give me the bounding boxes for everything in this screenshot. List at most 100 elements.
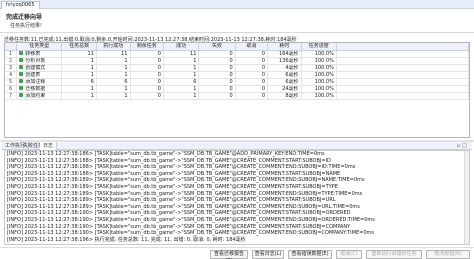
cell-success: 1 xyxy=(163,92,200,100)
cell-success: 6 xyxy=(163,78,200,86)
cell-time: 8毫秒 xyxy=(267,92,302,100)
modify-errors-button[interactable]: 修改报错(R) xyxy=(426,250,470,259)
cell-type-label: 创建表 xyxy=(25,71,41,78)
cell-total: 1 xyxy=(61,57,97,65)
cancel-button[interactable]: 取消(C) xyxy=(336,250,362,259)
cell-remain: 0 xyxy=(130,71,164,79)
cell-filler xyxy=(336,92,469,100)
row-index: 2 xyxy=(5,57,18,65)
cell-fail: 0 xyxy=(198,85,236,93)
cell-filler xyxy=(336,64,469,72)
log-line: [INFO] 2023-11-13 12:27:38:196> 执行完成: 任务… xyxy=(7,236,246,243)
cell-filler xyxy=(336,85,469,93)
cell-fail: 0 xyxy=(198,57,236,65)
log-line: [INFO] 2023-11-13 12:27:38:186> [TASK]ta… xyxy=(7,151,325,157)
cell-done: 6 xyxy=(96,78,131,86)
cell-progress: 100.0% xyxy=(301,57,337,65)
maximize-icon[interactable]: □ xyxy=(462,143,469,149)
cell-fail: 0 xyxy=(198,50,236,58)
cell-success: 11 xyxy=(163,50,200,58)
table-row[interactable]: 2 分析对象 1 1 0 1 0 0 136毫秒 100.0% xyxy=(5,57,469,65)
cell-cancel: 0 xyxy=(235,64,269,72)
row-index: 6 xyxy=(5,85,18,93)
window-tab[interactable]: hriyoq0065 xyxy=(1,1,40,9)
cell-time: 136毫秒 xyxy=(267,57,302,65)
column-header[interactable]: 任务类型 xyxy=(16,43,63,51)
cell-type-label: 迁移数据 xyxy=(25,85,46,92)
cell-type-label: 转移表 xyxy=(25,50,41,57)
column-header[interactable]: 成功 xyxy=(163,43,200,51)
retry-failed-button[interactable]: 重新执行出错的任务 xyxy=(366,250,422,259)
cell-type: 转移表 xyxy=(16,50,63,58)
task-grid[interactable]: 任务类型 任务总数 执行成功 剩余任务 成功 失败 取消 耗时 任务进度 1 转… xyxy=(4,42,470,138)
success-icon xyxy=(19,51,24,55)
cell-cancel: 0 xyxy=(235,71,269,79)
log-line: [INFO] 2023-11-13 12:27:38:189> [TASK]ta… xyxy=(7,203,360,210)
cell-remain: 0 xyxy=(130,92,164,100)
column-header[interactable]: 剩余任务 xyxy=(130,43,164,51)
cell-total: 6 xyxy=(61,78,97,86)
log-toolbar-icons: ▫□ xyxy=(457,143,469,149)
table-row[interactable]: 5 添加注释 6 6 0 6 0 0 6毫秒 100.0% xyxy=(5,78,469,86)
log-line: [INFO] 2023-11-13 12:27:38:188> [TASK]ta… xyxy=(7,164,356,171)
cell-total: 1 xyxy=(61,71,97,79)
cell-filler xyxy=(336,57,469,65)
cell-remain: 0 xyxy=(130,64,164,72)
success-icon xyxy=(19,86,24,90)
log-line: [INFO] 2023-11-13 12:27:38:190> [TASK]ta… xyxy=(7,216,375,223)
success-icon xyxy=(19,65,24,69)
column-header[interactable]: 任务总数 xyxy=(61,43,97,51)
cell-cancel: 0 xyxy=(235,78,269,86)
column-header[interactable]: 失败 xyxy=(198,43,236,51)
tab-log[interactable]: 日志 xyxy=(40,142,58,150)
cell-time: 24毫秒 xyxy=(267,85,302,93)
cell-success: 1 xyxy=(163,64,200,72)
view-report-button[interactable]: 查看迁移报告(R) xyxy=(210,250,248,259)
cell-cancel: 0 xyxy=(235,50,269,58)
cell-fail: 0 xyxy=(198,64,236,72)
column-header[interactable]: 耗时 xyxy=(267,43,302,51)
table-row[interactable]: 1 转移表 11 11 0 11 0 0 184毫秒 100.0% xyxy=(5,50,469,58)
cell-remain: 0 xyxy=(130,78,164,86)
wizard-title: 完成迁移向导 xyxy=(6,14,43,21)
row-index: 5 xyxy=(5,78,18,86)
view-error-data-button[interactable]: 查看错误数据(E) xyxy=(288,250,332,259)
cell-time: 184毫秒 xyxy=(267,50,302,58)
cell-progress: 100.0% xyxy=(301,78,337,86)
cell-remain: 0 xyxy=(130,57,164,65)
cell-cancel: 0 xyxy=(235,57,269,65)
log-scrollbar[interactable] xyxy=(464,151,469,244)
cell-time: 6毫秒 xyxy=(267,71,302,79)
table-row[interactable]: 4 创建表 1 1 0 1 0 0 6毫秒 100.0% xyxy=(5,71,469,79)
column-header[interactable]: 执行成功 xyxy=(96,43,131,51)
log-line: [INFO] 2023-11-13 12:27:38:190> [TASK]ta… xyxy=(7,230,374,237)
cell-done: 1 xyxy=(96,92,131,100)
cell-remain: 0 xyxy=(130,85,164,93)
table-row[interactable]: 3 创建模式 1 1 0 1 0 0 4毫秒 100.0% xyxy=(5,64,469,72)
row-index: 4 xyxy=(5,71,18,79)
table-row[interactable]: 7 添加约束 1 1 0 1 0 0 8毫秒 100.0% xyxy=(5,92,469,100)
cell-done: 1 xyxy=(96,64,131,72)
cell-remain: 0 xyxy=(130,50,164,58)
cell-total: 1 xyxy=(61,92,97,100)
cell-progress: 100.0% xyxy=(301,92,337,100)
cell-progress: 100.0% xyxy=(301,71,337,79)
log-line: [INFO] 2023-11-13 12:27:38:190> [TASK]ta… xyxy=(7,210,351,217)
success-icon xyxy=(19,72,24,76)
cell-cancel: 0 xyxy=(235,92,269,100)
column-header-filler xyxy=(336,43,469,51)
column-header-index xyxy=(5,43,18,51)
cell-type: 添加约束 xyxy=(16,92,63,100)
log-line: [INFO] 2023-11-13 12:27:38:188> [TASK]ta… xyxy=(7,157,331,164)
log-line: [INFO] 2023-11-13 12:27:38:188> [TASK]ta… xyxy=(7,170,341,177)
cell-time: 4毫秒 xyxy=(267,64,302,72)
table-row[interactable]: 6 迁移数据 1 1 0 1 0 0 24毫秒 100.0% xyxy=(5,85,469,93)
log-panel[interactable]: [INFO] 2023-11-13 12:27:38:186> [TASK]ta… xyxy=(4,150,470,245)
column-header[interactable]: 任务进度 xyxy=(301,43,337,51)
cell-done: 11 xyxy=(96,50,131,58)
column-header[interactable]: 取消 xyxy=(235,43,269,51)
wizard-header: 完成迁移向导 任务执行结果! xyxy=(0,9,474,33)
task-table: 任务类型 任务总数 执行成功 剩余任务 成功 失败 取消 耗时 任务进度 1 转… xyxy=(5,43,469,100)
cell-type-label: 分析对象 xyxy=(25,57,46,64)
view-log-button[interactable]: 查看日志(L) xyxy=(252,250,284,259)
